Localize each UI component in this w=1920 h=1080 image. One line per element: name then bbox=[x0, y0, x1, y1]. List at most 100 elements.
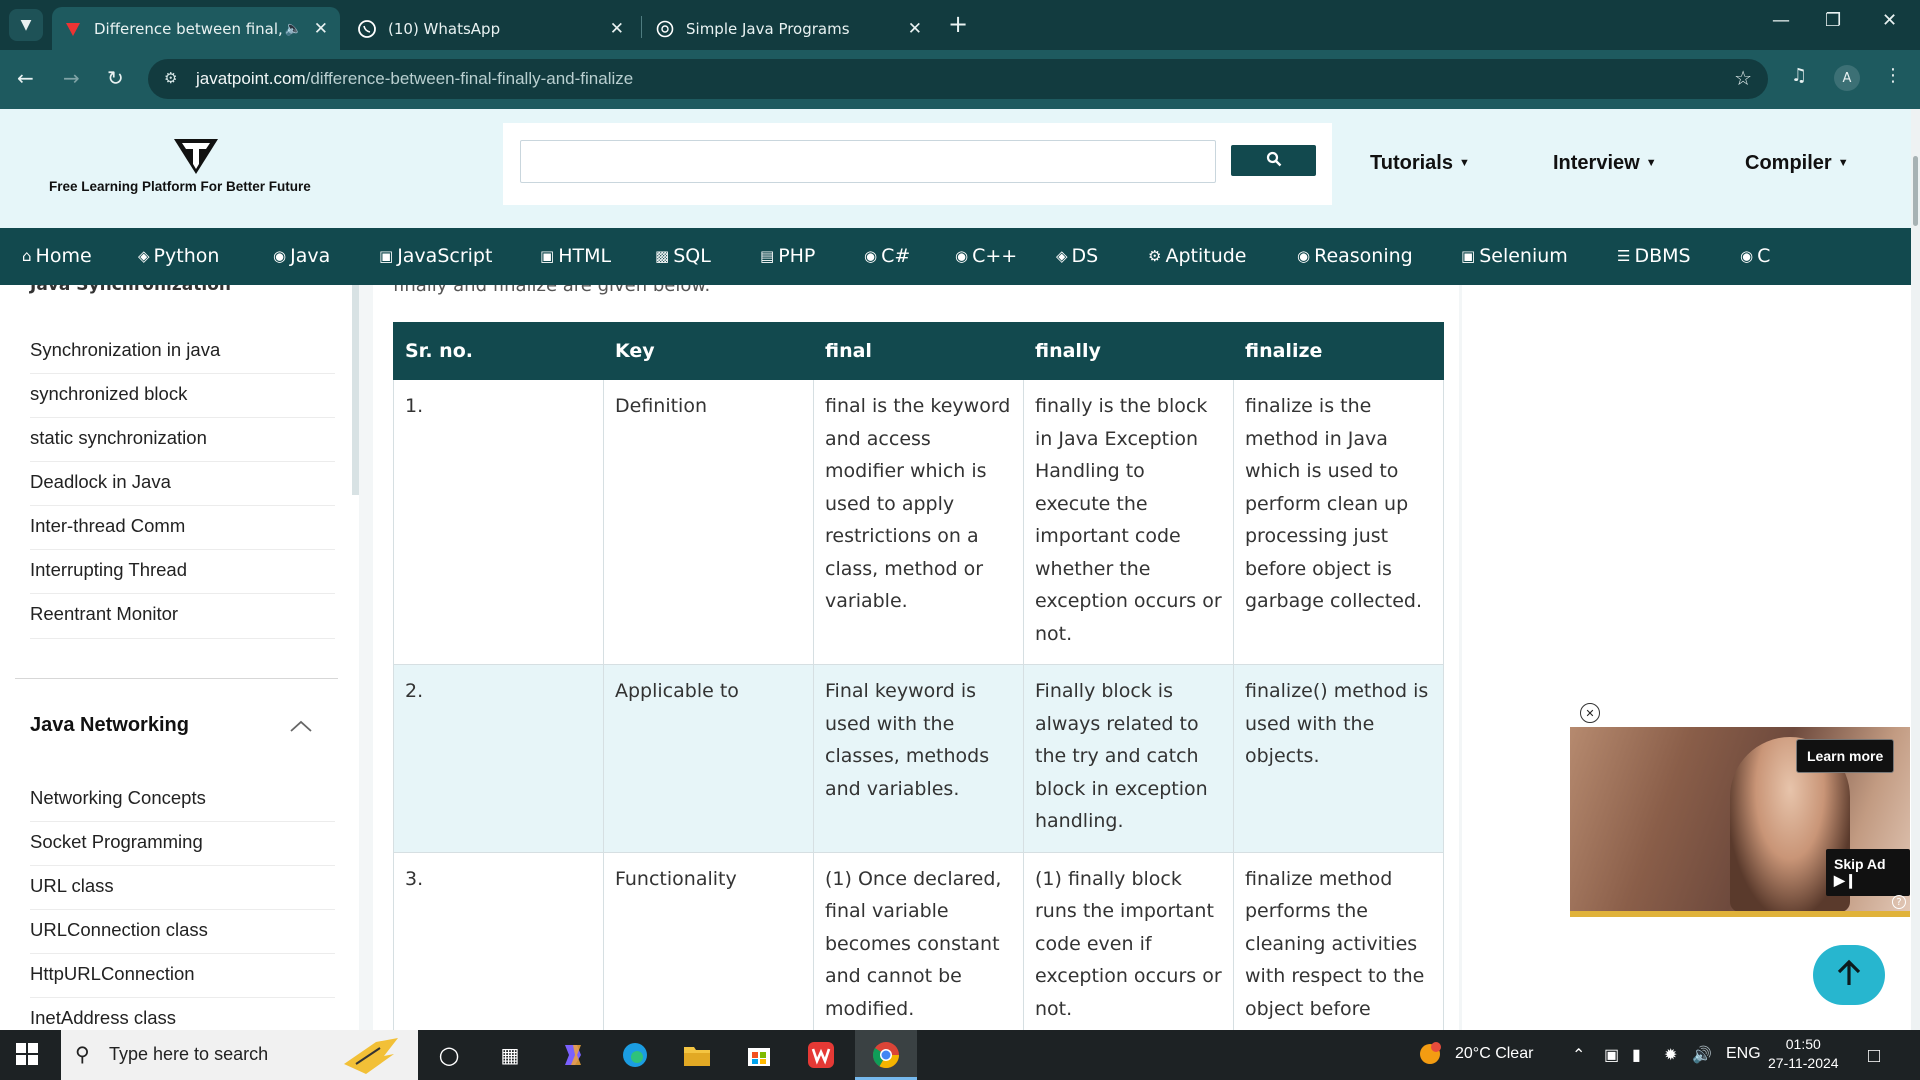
nav-html[interactable]: ▣ HTML bbox=[540, 245, 611, 267]
table-cell: Final keyword is used with the classes, … bbox=[813, 664, 1024, 853]
chrome-icon[interactable] bbox=[870, 1039, 902, 1071]
reasoning-icon: ◉ bbox=[1297, 247, 1311, 265]
tutorials-menu[interactable]: Tutorials ▼ bbox=[1370, 152, 1470, 175]
ad-info-icon[interactable]: ? bbox=[1892, 895, 1906, 909]
sidebar-item-socket-programming[interactable]: Socket Programming bbox=[30, 831, 203, 853]
sidebar-item-synchronized-block[interactable]: synchronized block bbox=[30, 383, 187, 405]
right-column bbox=[1462, 285, 1920, 1030]
browser-menu-icon[interactable]: ⋮ bbox=[1884, 65, 1902, 86]
tab-title: Simple Java Programs bbox=[686, 19, 850, 38]
scroll-to-top-button[interactable] bbox=[1813, 945, 1885, 1005]
learn-more-button[interactable]: Learn more bbox=[1796, 739, 1895, 773]
nav-cpp[interactable]: ◉ C++ bbox=[955, 245, 1017, 267]
microsoft-store-icon[interactable] bbox=[743, 1039, 775, 1071]
cortana-icon[interactable]: ○ bbox=[433, 1039, 465, 1071]
sidebar-item-inetaddress[interactable]: InetAddress class bbox=[30, 1007, 176, 1029]
sidebar-item-urlconnection[interactable]: URLConnection class bbox=[30, 919, 208, 941]
divider bbox=[30, 461, 335, 462]
wifi-icon[interactable]: ✹ bbox=[1664, 1045, 1677, 1065]
scrollbar-thumb[interactable] bbox=[1913, 156, 1918, 226]
taskbar-search-placeholder: Type here to search bbox=[109, 1044, 269, 1064]
video-ad[interactable]: Learn more Skip Ad ▶❙ ? bbox=[1570, 727, 1910, 917]
sidebar-item-static-synchronization[interactable]: static synchronization bbox=[30, 427, 207, 449]
system-clock[interactable]: 01:50 27-11-2024 bbox=[1768, 1035, 1839, 1073]
sidebar-section-heading[interactable]: Java Networking bbox=[30, 714, 189, 737]
wps-office-icon[interactable] bbox=[805, 1039, 837, 1071]
minimize-icon[interactable]: — bbox=[1772, 10, 1790, 31]
tab-search-button[interactable]: ▼ bbox=[9, 9, 43, 41]
table-cell: Definition bbox=[603, 379, 814, 665]
html-icon: ▣ bbox=[540, 247, 555, 265]
task-view-icon[interactable]: ▦ bbox=[494, 1039, 526, 1071]
javatpoint-logo[interactable] bbox=[172, 136, 220, 180]
table-cell: (1) finally block runs the important cod… bbox=[1023, 851, 1234, 1030]
language-indicator[interactable]: ENG bbox=[1726, 1045, 1761, 1063]
weather-text[interactable]: 20°C Clear bbox=[1455, 1045, 1533, 1063]
site-search-button[interactable] bbox=[1231, 145, 1316, 176]
close-tab-icon[interactable]: ✕ bbox=[908, 19, 922, 39]
column-header: final bbox=[813, 322, 1024, 380]
nav-c[interactable]: ◉ C bbox=[1740, 245, 1770, 267]
nav-python[interactable]: ◈ Python bbox=[138, 245, 219, 267]
sidebar-item-inter-thread[interactable]: Inter-thread Comm bbox=[30, 515, 185, 537]
nav-ds[interactable]: ◈ DS bbox=[1056, 245, 1098, 267]
reload-icon[interactable]: ↻ bbox=[107, 66, 124, 90]
page-scrollbar[interactable] bbox=[1911, 109, 1920, 1030]
new-tab-icon[interactable]: + bbox=[948, 10, 968, 38]
edge-browser-icon[interactable] bbox=[619, 1039, 651, 1071]
meet-now-icon[interactable]: ▣ bbox=[1604, 1045, 1619, 1065]
nav-home[interactable]: ⌂ Home bbox=[22, 245, 92, 267]
profile-avatar[interactable]: A bbox=[1834, 65, 1860, 91]
weather-icon[interactable] bbox=[1415, 1039, 1445, 1074]
compiler-menu[interactable]: Compiler ▼ bbox=[1745, 152, 1849, 175]
sidebar-item-url-class[interactable]: URL class bbox=[30, 875, 114, 897]
volume-icon[interactable]: 🔊 bbox=[1692, 1045, 1712, 1065]
tab-javatpoint[interactable]: Difference between final, fin 🔈 ✕ bbox=[52, 7, 340, 50]
nav-php[interactable]: ▤ PHP bbox=[760, 245, 815, 267]
nav-aptitude[interactable]: ⚙ Aptitude bbox=[1148, 245, 1246, 267]
chevron-up-icon[interactable] bbox=[290, 717, 312, 736]
interview-menu[interactable]: Interview ▼ bbox=[1553, 152, 1657, 175]
windows-start-icon[interactable] bbox=[16, 1043, 38, 1069]
nav-reasoning[interactable]: ◉ Reasoning bbox=[1297, 245, 1413, 267]
taskbar-search-box[interactable]: ⚲ Type here to search bbox=[61, 1030, 418, 1080]
speaker-icon[interactable]: 🔈 bbox=[285, 21, 302, 37]
close-window-icon[interactable]: ✕ bbox=[1882, 10, 1897, 31]
tab-simple-java-programs[interactable]: Simple Java Programs ✕ bbox=[644, 7, 934, 50]
nav-javascript[interactable]: ▣ JavaScript bbox=[379, 245, 492, 267]
site-search-input[interactable] bbox=[520, 140, 1216, 183]
sidebar-item-deadlock[interactable]: Deadlock in Java bbox=[30, 471, 171, 493]
nav-sql[interactable]: ▩ SQL bbox=[655, 245, 711, 267]
close-tab-icon[interactable]: ✕ bbox=[314, 19, 328, 39]
tab-whatsapp[interactable]: (10) WhatsApp ✕ bbox=[346, 7, 636, 50]
file-explorer-icon[interactable] bbox=[681, 1039, 713, 1071]
battery-icon[interactable]: ▮ bbox=[1632, 1045, 1641, 1065]
site-info-icon[interactable]: ⚙ bbox=[164, 69, 177, 87]
notification-icon[interactable]: □ bbox=[1868, 1045, 1880, 1068]
copilot-icon[interactable] bbox=[557, 1039, 589, 1071]
sidebar-item-interrupting-thread[interactable]: Interrupting Thread bbox=[30, 559, 187, 581]
chevron-up-icon[interactable]: ⌃ bbox=[1572, 1045, 1585, 1065]
back-arrow-icon[interactable]: ← bbox=[17, 66, 34, 90]
url-text[interactable]: javatpoint.com/difference-between-final-… bbox=[196, 69, 633, 89]
close-tab-icon[interactable]: ✕ bbox=[610, 19, 624, 39]
media-control-icon[interactable]: ♫ bbox=[1791, 65, 1807, 86]
whatsapp-favicon-icon bbox=[358, 19, 376, 38]
skip-ad-button[interactable]: Skip Ad ▶❙ bbox=[1826, 849, 1910, 896]
nav-dbms[interactable]: ☰ DBMS bbox=[1617, 245, 1691, 267]
sidebar-item-networking-concepts[interactable]: Networking Concepts bbox=[30, 787, 206, 809]
nav-java[interactable]: ◉ Java bbox=[273, 245, 330, 267]
search-highlight-icon bbox=[344, 1038, 398, 1074]
restore-icon[interactable]: ❐ bbox=[1825, 10, 1841, 31]
sidebar-item-synchronization[interactable]: Synchronization in java bbox=[30, 339, 220, 361]
forward-arrow-icon[interactable]: → bbox=[63, 66, 80, 90]
sidebar-item-reentrant-monitor[interactable]: Reentrant Monitor bbox=[30, 603, 178, 625]
sidebar-scrollbar[interactable] bbox=[352, 285, 359, 495]
address-bar[interactable]: ⚙ javatpoint.com/difference-between-fina… bbox=[148, 59, 1768, 99]
ad-close-icon[interactable]: ✕ bbox=[1580, 703, 1600, 723]
bookmark-star-icon[interactable]: ☆ bbox=[1734, 66, 1752, 90]
nav-selenium[interactable]: ▣ Selenium bbox=[1461, 245, 1568, 267]
sidebar-item-httpurlconnection[interactable]: HttpURLConnection bbox=[30, 963, 195, 985]
nav-csharp[interactable]: ◉ C# bbox=[864, 245, 910, 267]
main-navigation: ⌂ Home ◈ Python ◉ Java ▣ JavaScript ▣ HTML ▩ S… bbox=[0, 228, 1911, 285]
